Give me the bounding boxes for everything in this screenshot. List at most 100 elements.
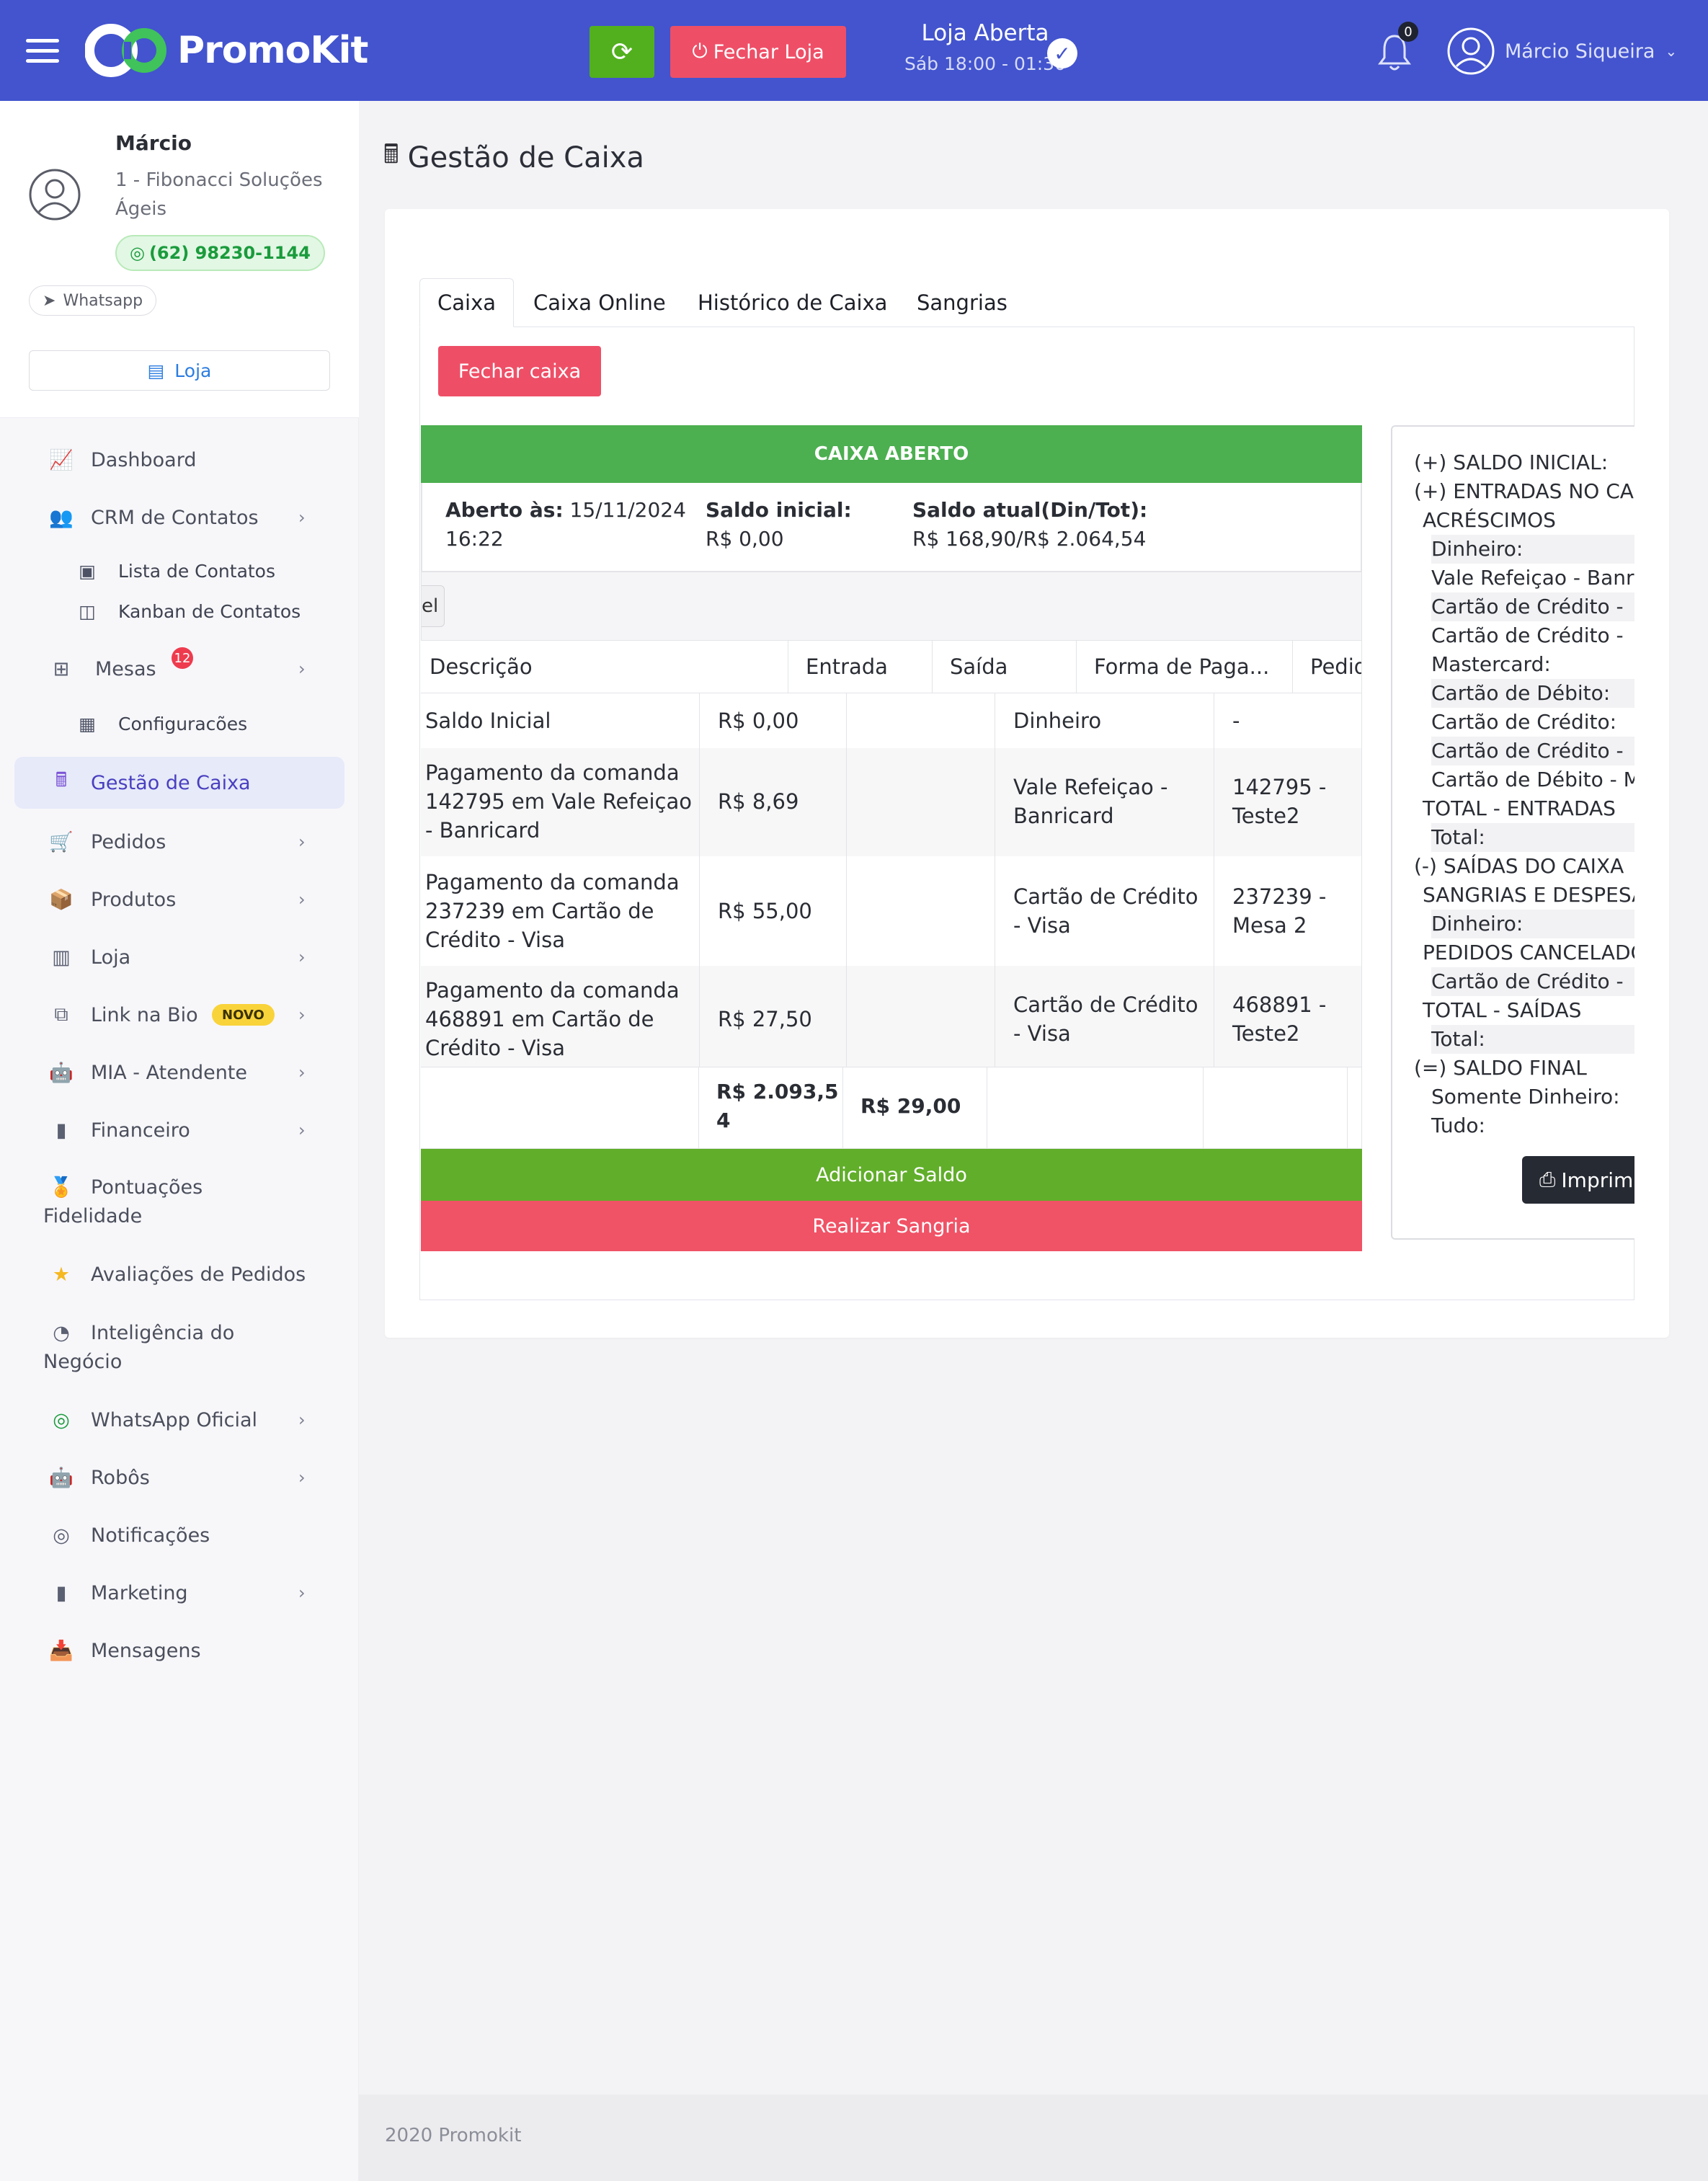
cell-descricao: Pagamento da comanda 468891 em Cartão de… [425,976,680,1062]
cart-icon: 🛒 [49,831,74,853]
summary-line: Cartão de Crédito - [1431,967,1634,996]
building-icon: ▥ [52,946,71,969]
print-label: Imprim [1561,1168,1634,1192]
chevron-right-icon: › [298,1410,306,1430]
refresh-button[interactable]: ⟳ [590,26,654,78]
sidebar-item-label: Pedidos [91,830,166,853]
user-menu[interactable]: Márcio Siqueira ⌄ [1447,27,1677,75]
current-balance: Saldo atual(Din/Tot): R$ 168,90/R$ 2.064… [912,496,1147,554]
summary-line: Cartão de Débito - M [1431,768,1634,791]
opened-at: Aberto às: 15/11/2024 16:22 [445,496,686,554]
sidebar-item-mensagens[interactable]: 📥 Mensagens [14,1625,344,1676]
sidebar-item-robos[interactable]: 🤖 Robôs › [14,1452,344,1503]
tab-caixa-online[interactable]: Caixa Online [533,278,666,327]
sidebar-item-inteligencia[interactable]: ◔ Inteligência do Negócio [14,1309,344,1381]
summary-line: Dinheiro: [1431,535,1634,564]
column-header-descricao[interactable]: Descrição [421,640,788,693]
close-store-label: Fechar Loja [713,40,824,63]
tab-caixa[interactable]: Caixa [419,278,515,327]
summary-line: Total: [1431,823,1634,852]
sidebar-item-marketing[interactable]: ▮ Marketing › [14,1567,344,1619]
brand-logo[interactable]: PromoKit [85,23,368,78]
sidebar-item-crm[interactable]: 👥 CRM de Contatos › [14,492,344,543]
whatsapp-icon: ◎ [53,1408,70,1431]
sidebar-item-produtos[interactable]: 📦 Produtos › [14,874,344,925]
novo-badge: NOVO [212,1004,275,1026]
totals-label-cell [421,1067,699,1149]
withdrawal-button[interactable]: Realizar Sangria [421,1201,1362,1251]
summary-line: (+) SALDO INICIAL: [1414,450,1609,474]
chevron-right-icon: › [298,507,306,528]
sidebar-item-label: Configuracões [118,713,248,734]
whatsapp-icon: ◎ [130,243,145,263]
column-header-forma-pagamento[interactable]: Forma de Paga... [1077,640,1293,693]
sidebar-item-lista-contatos[interactable]: ▣ Lista de Contatos [14,551,344,591]
sidebar-item-mesas[interactable]: ⊞ Mesas 12 › [14,643,344,695]
summary-line: Mastercard: [1431,652,1551,676]
sidebar-item-avaliacoes[interactable]: ★ Avaliações de Pedidos [14,1248,344,1300]
table-row: Pagamento da comanda 237239 em Cartão de… [421,856,1361,966]
sidebar-item-whatsapp-oficial[interactable]: ◎ WhatsApp Oficial › [14,1394,344,1446]
bar-chart-icon: ▮ [55,1119,67,1142]
menu-toggle-icon[interactable] [26,39,59,63]
sidebar-item-kanban-contatos[interactable]: ◫ Kanban de Contatos [14,591,344,631]
add-balance-button[interactable]: Adicionar Saldo [421,1149,1362,1201]
print-button[interactable]: ⎙ Imprim [1522,1156,1634,1204]
total-entrada-line: 4 [716,1109,731,1132]
cell-line: - Banricard [425,818,541,843]
sidebar-item-label: Link na Bio [91,1003,198,1026]
summary-line: Vale Refeiçao - Banr [1431,566,1634,590]
summary-line: PEDIDOS CANCELADO [1423,941,1634,964]
cell-line: Teste2 [1232,1021,1300,1046]
profile-phone-text: (62) 98230-1144 [148,243,311,263]
sidebar-item-loja[interactable]: ▥ Loja › [14,931,344,983]
cell-line: 237239 - [1232,884,1327,909]
table-row: Saldo Inicial R$ 0,00 Dinheiro - [421,693,1361,748]
page-footer: 2020 Promokit [359,2095,1708,2181]
cash-register-icon: 🖩 [383,140,399,169]
summary-line: Cartão de Crédito - [1431,623,1624,647]
top-navbar: PromoKit ⟳ ⏻ Fechar Loja Loja Aberta Sáb… [0,0,1708,101]
columns-icon: ◫ [79,600,96,622]
sidebar-item-financeiro[interactable]: ▮ Financeiro › [14,1104,344,1156]
sidebar-item-configuracoes[interactable]: ▦ Configuracões [14,703,344,744]
tab-sangrias[interactable]: Sangrias [917,278,1008,327]
sidebar-item-notificacoes[interactable]: ◎ Notificações [14,1509,344,1561]
sidebar-item-label-line2: Negócio [43,1351,123,1373]
address-book-icon: ▣ [79,560,96,582]
export-excel-button[interactable]: el [422,585,445,627]
chevron-right-icon: › [298,659,306,679]
sidebar-item-dashboard[interactable]: 📈 Dashboard [14,434,344,486]
column-header-entrada[interactable]: Entrada [788,640,933,693]
column-header-saida[interactable]: Saída [933,640,1077,693]
current-balance-value: R$ 168,90/R$ 2.064,54 [912,527,1147,551]
summary-line: ACRÉSCIMOS [1423,508,1556,532]
inbox-icon: 📥 [49,1640,74,1662]
sidebar-item-label: Gestão de Caixa [91,771,251,794]
tab-historico-caixa[interactable]: Histórico de Caixa [698,278,887,327]
sidebar-item-label: Financeiro [91,1119,190,1142]
profile-phone-badge[interactable]: ◎ (62) 98230-1144 [115,235,325,271]
chevron-right-icon: › [298,889,306,910]
close-cash-register-button[interactable]: Fechar caixa [438,346,601,396]
column-header-pedido[interactable]: Pedido/C... [1293,640,1361,693]
mesas-count-badge: 12 [172,647,193,669]
sidebar-item-gestao-caixa[interactable]: 🖩 Gestão de Caixa [14,757,344,809]
cell-descricao: Pagamento da comanda 142795 em Vale Refe… [425,758,692,845]
close-store-button[interactable]: ⏻ Fechar Loja [670,26,846,78]
sidebar-item-pedidos[interactable]: 🛒 Pedidos › [14,816,344,868]
sidebar-item-mia[interactable]: 🤖 MIA - Atendente › [14,1047,344,1098]
printer-icon: ⎙ [1539,1168,1556,1191]
user-name: Márcio Siqueira [1505,40,1655,63]
bar-chart-icon: ▮ [55,1581,67,1604]
refresh-icon: ⟳ [610,37,633,67]
power-icon: ⏻ [692,40,708,63]
store-button[interactable]: ▤ Loja [29,350,330,391]
cell-forma: Vale Refeiçao - Banricard [1013,773,1167,830]
sidebar-item-link-bio[interactable]: ⧉ Link na Bio NOVO › [14,989,344,1041]
chevron-right-icon: › [298,1120,306,1140]
whatsapp-button[interactable]: ➤ Whatsapp [29,285,157,316]
chevron-right-icon: › [298,1062,306,1083]
sidebar-item-pontuacoes[interactable]: 🏅 Pontuações Fidelidade [14,1163,344,1235]
cell-line: Crédito - Visa [425,928,565,952]
